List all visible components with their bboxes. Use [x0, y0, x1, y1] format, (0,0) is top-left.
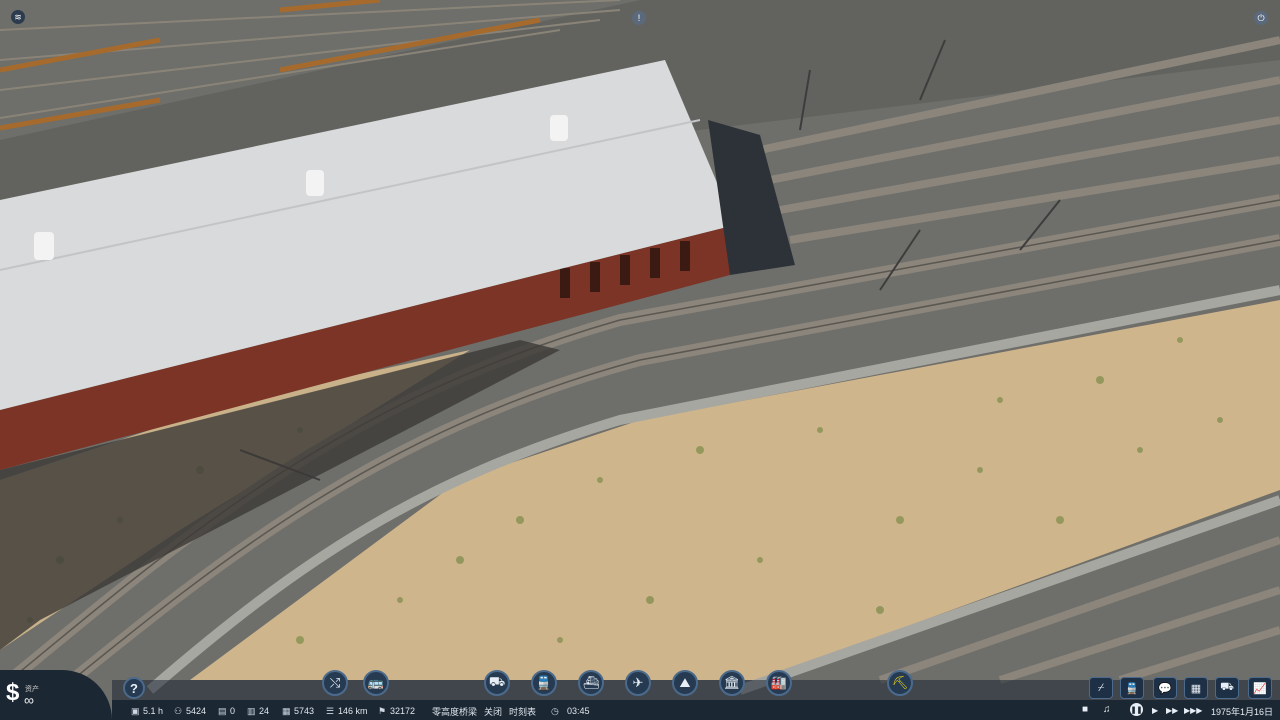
airplane-button[interactable]: ✈ [625, 670, 651, 696]
rail-icon: ☰ [326, 705, 335, 716]
road-vehicles-button[interactable]: ⛟ [484, 670, 510, 696]
city-icon: ▦ [282, 705, 291, 716]
layers-icon[interactable]: ≋ [11, 10, 25, 24]
stat-5-value: 5743 [294, 706, 315, 716]
track-length-value: 146 km [338, 706, 368, 716]
industry-button[interactable]: 🏭 [766, 670, 792, 696]
stat-3: ▤ 0 [218, 704, 235, 718]
clock-icon: ◷ [551, 705, 559, 716]
timetable-setting[interactable]: 时刻表 [509, 704, 536, 718]
building-icon: ▥ [247, 705, 256, 716]
stat-4: ▥ 24 [247, 704, 269, 718]
power-icon[interactable]: ⏻ [1254, 11, 1268, 25]
population-stat: ⚇ 5424 [174, 704, 206, 718]
bulldozer-button[interactable]: ⛏ [887, 670, 913, 696]
dollar-icon: $ [6, 679, 20, 706]
track-length-stat: ☰ 146 km [326, 704, 368, 718]
cargo-icon: ⚑ [378, 705, 387, 716]
people-icon: ⚇ [174, 705, 183, 716]
alert-icon[interactable]: ! [632, 11, 646, 25]
population-value: 5424 [186, 706, 207, 716]
bridge-label: 零高度桥梁 [432, 706, 478, 717]
fastest-forward-button[interactable]: ▶▶▶ [1184, 706, 1202, 715]
play-time-stat: ▣ 5.1 h [131, 704, 163, 718]
camera-icon[interactable]: ■ [1082, 704, 1088, 715]
bridge-state[interactable]: 关闭 [484, 704, 502, 718]
play-time-value: 5.1 h [143, 706, 164, 716]
timetable-label: 时刻表 [509, 706, 537, 717]
lines-button[interactable]: ⌿ [1089, 677, 1113, 699]
ship-button[interactable]: ⛴ [578, 670, 604, 696]
station-icon: ▤ [218, 705, 227, 716]
hourglass-icon: ▣ [131, 705, 140, 716]
train-button[interactable]: 🚆 [531, 670, 557, 696]
stat-4-value: 24 [259, 706, 270, 716]
stat-7-value: 32172 [390, 706, 416, 716]
stat-5: ▦ 5743 [282, 704, 314, 718]
vehicles-list-button[interactable]: 🚆 [1120, 677, 1144, 699]
bridge-setting[interactable]: 零高度桥梁 [432, 704, 477, 718]
town-button[interactable]: 🏛 [719, 670, 745, 696]
stat-3-value: 0 [230, 706, 236, 716]
statistics-button[interactable]: ▦ [1184, 677, 1208, 699]
messages-button[interactable]: 💬 [1153, 677, 1177, 699]
clock-stat: ◷ 03:45 [551, 704, 590, 718]
clock-value: 03:45 [567, 706, 590, 716]
charts-button[interactable]: 📈 [1248, 677, 1272, 699]
route-shuffle-button[interactable]: ⤭ [322, 670, 348, 696]
finances-button[interactable]: ⛟ [1215, 677, 1239, 699]
bus-manager-button[interactable]: 🚌 [363, 670, 389, 696]
money-value: ∞ [24, 692, 34, 708]
terrain-button[interactable]: ⛰ [672, 670, 698, 696]
fast-forward-button[interactable]: ▶▶ [1166, 706, 1178, 715]
help-button[interactable]: ? [123, 677, 145, 699]
music-icon[interactable]: ♫ [1103, 704, 1111, 715]
pause-button[interactable]: ❚❚ [1130, 703, 1143, 716]
game-world-view[interactable] [0, 0, 1280, 720]
game-date: 1975年1月16日 [1211, 707, 1274, 717]
stat-7: ⚑ 32172 [378, 704, 415, 718]
play-button[interactable]: ▶ [1152, 706, 1158, 715]
bridge-state-value: 关闭 [484, 706, 503, 717]
